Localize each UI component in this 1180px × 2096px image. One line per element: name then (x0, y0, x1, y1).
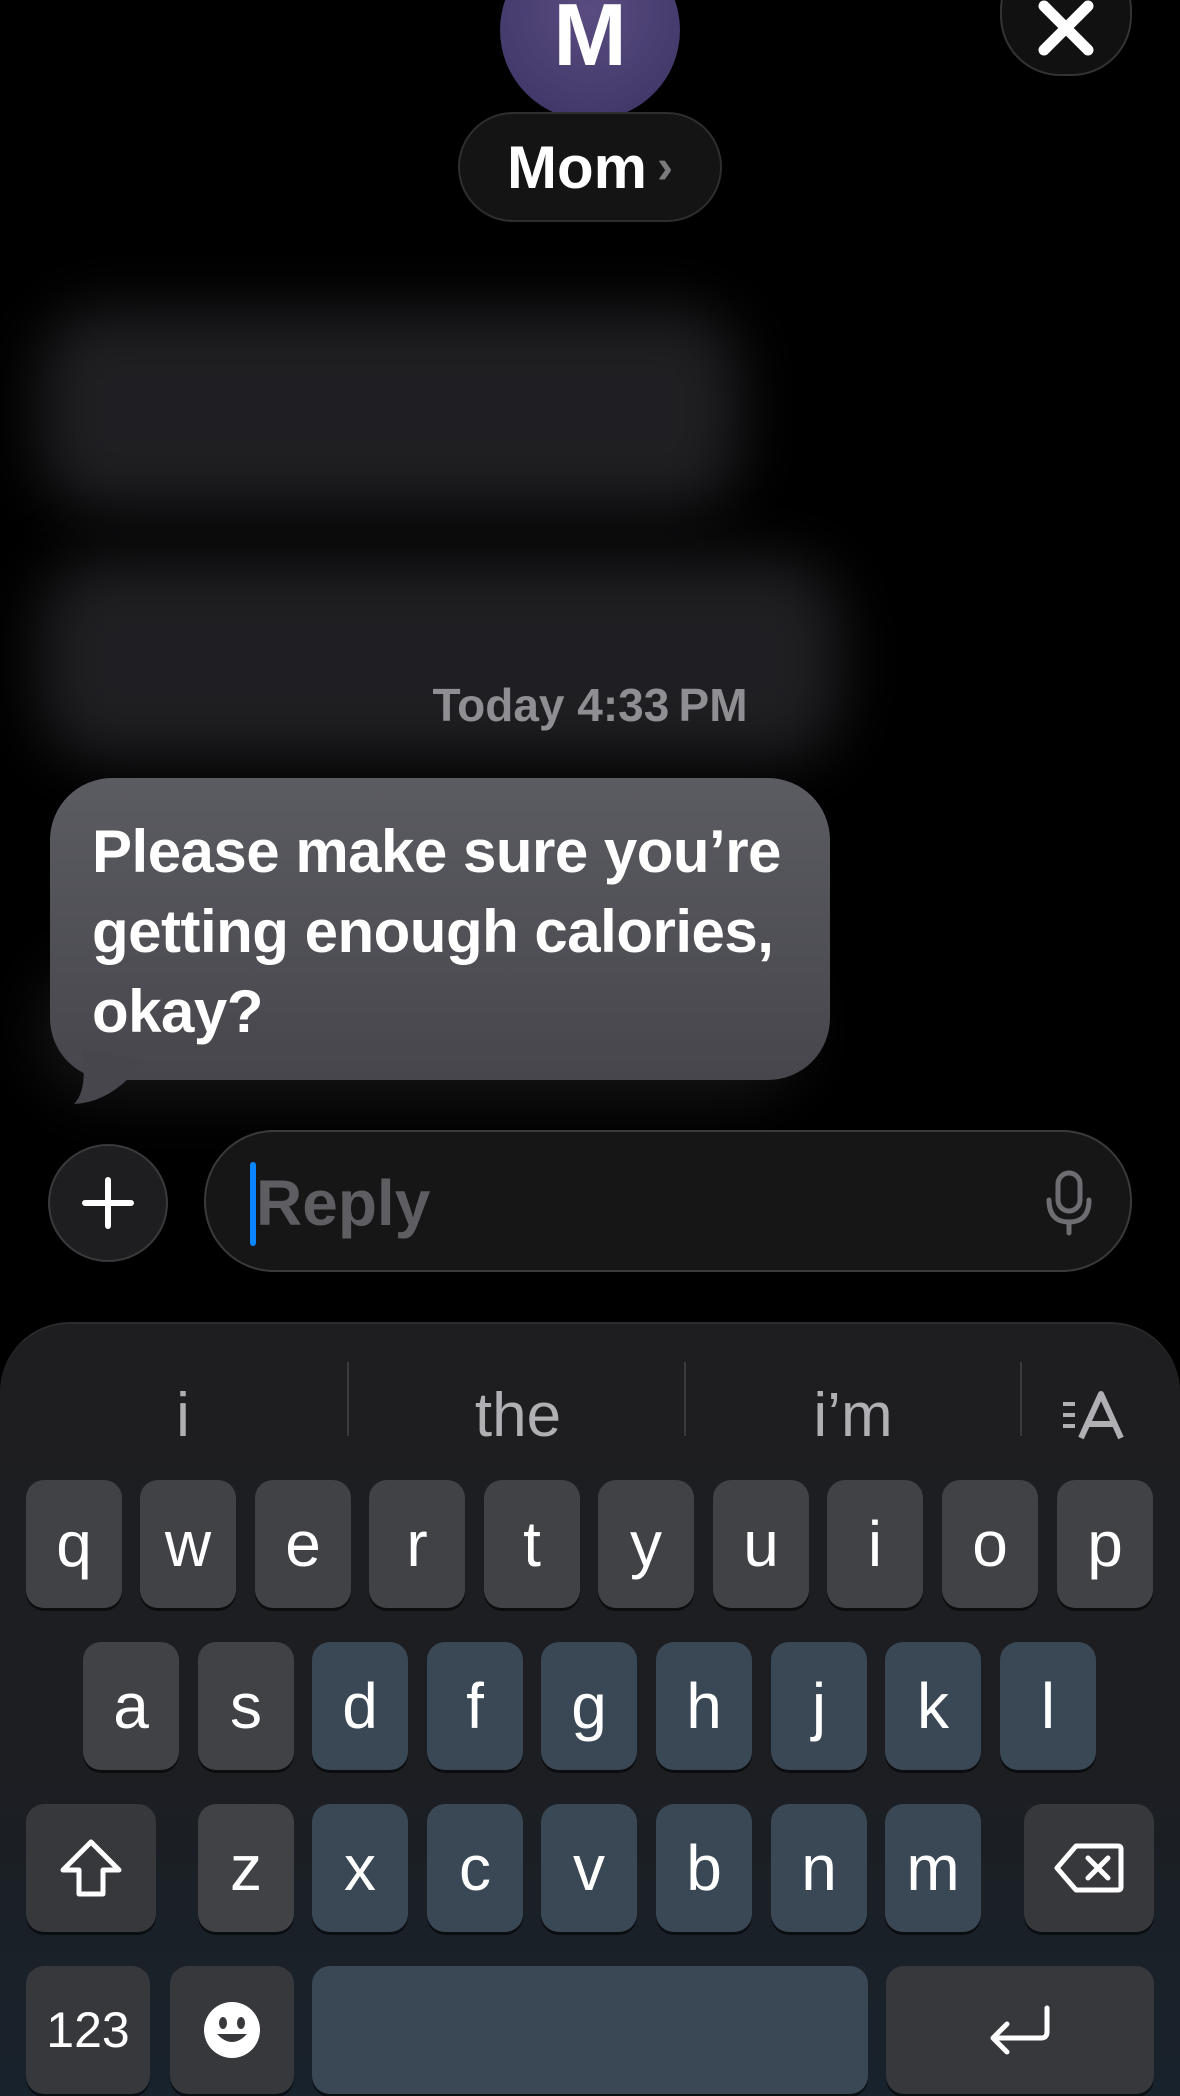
keyboard: i the i’m q w e r t y u i o p a s d f g … (0, 1322, 1180, 2096)
key-m[interactable]: m (885, 1804, 981, 1932)
key-c[interactable]: c (427, 1804, 523, 1932)
message-text: Please make sure you’re getting enough c… (92, 818, 781, 1045)
numbers-key[interactable]: 123 (26, 1966, 150, 2094)
key-x[interactable]: x (312, 1804, 408, 1932)
return-icon (990, 2005, 1050, 2055)
key-j[interactable]: j (771, 1642, 867, 1770)
suggestion-1[interactable]: i (20, 1360, 346, 1470)
key-w[interactable]: w (140, 1480, 236, 1608)
contact-name: Mom (507, 133, 647, 201)
key-v[interactable]: v (541, 1804, 637, 1932)
contact-name-button[interactable]: Mom › (458, 112, 722, 222)
key-g[interactable]: g (541, 1642, 637, 1770)
delete-icon (1054, 1843, 1124, 1893)
key-i[interactable]: i (827, 1480, 923, 1608)
close-icon (1038, 0, 1094, 56)
key-z[interactable]: z (198, 1804, 294, 1932)
key-r[interactable]: r (369, 1480, 465, 1608)
suggestion-divider (347, 1362, 349, 1436)
reply-input[interactable]: Reply (204, 1130, 1132, 1272)
suggestion-divider (684, 1362, 686, 1436)
bubble-tail (74, 1050, 144, 1104)
key-e[interactable]: e (255, 1480, 351, 1608)
contact-avatar[interactable]: M (500, 0, 680, 120)
key-t[interactable]: t (484, 1480, 580, 1608)
key-s[interactable]: s (198, 1642, 294, 1770)
key-k[interactable]: k (885, 1642, 981, 1770)
key-a[interactable]: a (83, 1642, 179, 1770)
text-format-button[interactable] (1030, 1360, 1160, 1470)
incoming-message-bubble[interactable]: Please make sure you’re getting enough c… (50, 778, 830, 1080)
key-b[interactable]: b (656, 1804, 752, 1932)
return-key[interactable] (886, 1966, 1154, 2094)
key-f[interactable]: f (427, 1642, 523, 1770)
message-timestamp: Today 4:33 PM (0, 678, 1180, 732)
close-button[interactable] (1000, 0, 1132, 76)
chevron-right-icon: › (657, 140, 673, 194)
key-q[interactable]: q (26, 1480, 122, 1608)
text-format-icon (1063, 1391, 1124, 1440)
suggestion-divider (1020, 1362, 1022, 1436)
delete-key[interactable] (1024, 1804, 1154, 1932)
shift-icon (60, 1839, 122, 1897)
shift-key[interactable] (26, 1804, 156, 1932)
key-o[interactable]: o (942, 1480, 1038, 1608)
key-l[interactable]: l (1000, 1642, 1096, 1770)
attachments-button[interactable] (48, 1144, 168, 1262)
key-p[interactable]: p (1057, 1480, 1153, 1608)
reply-placeholder: Reply (256, 1167, 431, 1239)
key-h[interactable]: h (656, 1642, 752, 1770)
key-d[interactable]: d (312, 1642, 408, 1770)
suggestion-2[interactable]: the (350, 1360, 686, 1470)
microphone-icon[interactable] (1044, 1170, 1094, 1236)
avatar-initial: M (553, 0, 627, 84)
space-key[interactable] (312, 1966, 868, 2094)
key-u[interactable]: u (713, 1480, 809, 1608)
key-y[interactable]: y (598, 1480, 694, 1608)
messages-screen: M Mom › Today 4:33 PM Please make sure y… (0, 0, 1180, 2096)
suggestion-3[interactable]: i’m (688, 1360, 1018, 1470)
timestamp-text: Today 4:33 PM (432, 679, 748, 731)
plus-icon (82, 1177, 134, 1229)
emoji-icon (204, 2002, 260, 2058)
key-n[interactable]: n (771, 1804, 867, 1932)
emoji-key[interactable] (170, 1966, 294, 2094)
